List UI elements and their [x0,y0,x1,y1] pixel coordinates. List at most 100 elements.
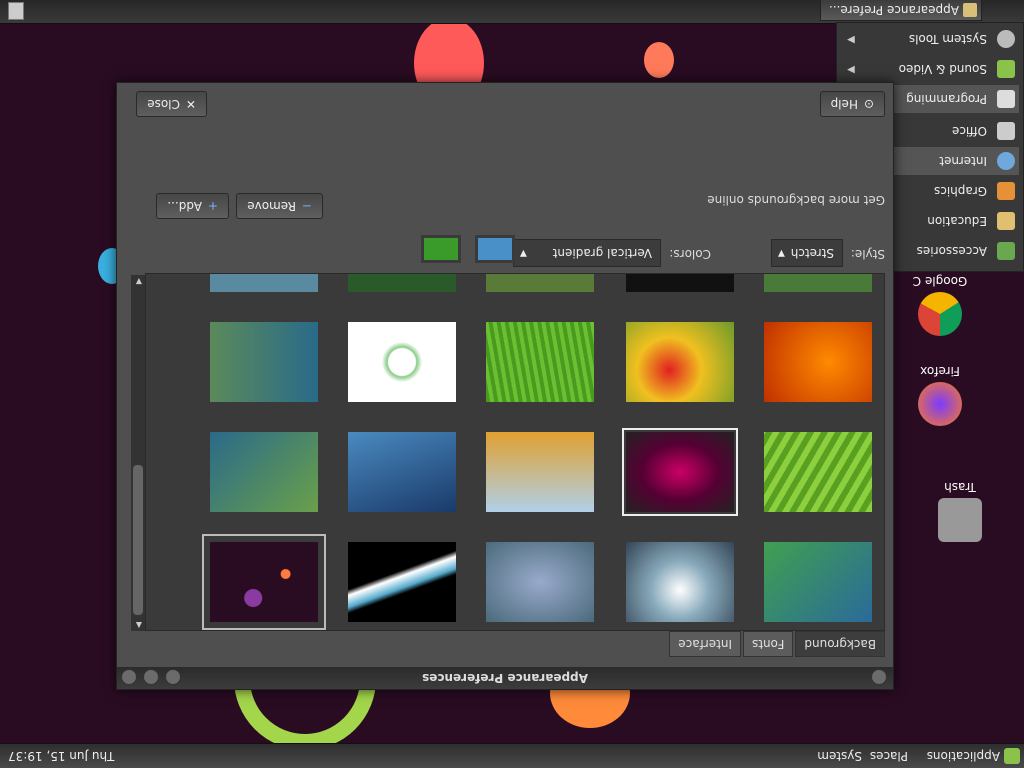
menu-item-label: Internet [939,154,987,168]
add-label: Add... [167,199,202,213]
trash-icon [938,498,982,542]
tab-bar: Background Fonts Interface [667,631,885,657]
applications-menu[interactable]: Applications [927,747,1000,765]
minus-icon: − [301,199,312,213]
appearance-icon [963,3,977,17]
remove-button[interactable]: −Remove [236,193,323,219]
wallpaper-thumbnail[interactable] [626,322,734,402]
sound-video-icon [997,60,1015,78]
wallpaper-thumbnail[interactable] [210,273,318,292]
taskbar-item-appearance[interactable]: Appearance Prefere... [820,0,982,21]
gallery-scrollbar[interactable]: ▲ ▼ [131,275,145,631]
close-button[interactable]: ✕ Close [136,91,207,117]
wallpaper-thumbnail[interactable] [626,273,734,292]
colors-label: Colors: [669,247,711,261]
wallpaper-thumbnail[interactable] [210,322,318,402]
primary-color-button[interactable] [475,235,515,263]
applications-icon [1004,748,1020,764]
style-label: Style: [850,247,885,261]
menu-item-label: Sound & Video [898,62,987,76]
chrome-icon [918,292,962,336]
wallpaper-thumbnail[interactable] [486,432,594,512]
office-icon [997,122,1015,140]
help-button[interactable]: ⊙ Help [819,91,885,117]
submenu-arrow-icon: ▶ [847,34,855,45]
secondary-color-button[interactable] [421,235,461,263]
menu-item-label: Education [927,214,987,228]
tab-background[interactable]: Background [795,631,885,657]
clock[interactable]: Thu Jun 15, 19:37 [8,747,114,765]
globe-icon [997,152,1015,170]
wallpaper-thumbnail[interactable] [764,322,872,402]
menu-item-label: Graphics [934,184,987,198]
window-title: Appearance Preferences [422,671,588,685]
firefox-icon [918,382,962,426]
wallpaper-thumbnail[interactable] [764,432,872,512]
plus-icon: + [207,199,218,213]
wallpaper-thumbnail[interactable] [764,542,872,622]
desktop-icon-trash[interactable]: Trash [920,480,1000,542]
show-desktop-button[interactable] [8,2,24,20]
taskbar-item-label: Appearance Prefere... [828,3,959,17]
desktop-icon-label: Trash [944,480,976,494]
graphics-icon [997,182,1015,200]
desktop-icon-label: Firefox [920,364,960,378]
desktop-screen: Applications Places System Thu Jun 15, 1… [0,0,1024,768]
appearance-preferences-window: Appearance Preferences Background Fonts … [116,82,894,690]
scrollbar-thumb[interactable] [133,465,143,615]
desktop-icon-google-chrome[interactable]: Google C [900,274,980,336]
menu-item-sound-video[interactable]: Sound & Video ▶ [841,55,1019,83]
desktop-icon-firefox[interactable]: Firefox [900,364,980,426]
wallpaper-thumbnail[interactable] [348,432,456,512]
menu-item-system-tools[interactable]: System Tools ▶ [841,25,1019,53]
style-value: Stretch [790,246,834,260]
add-button[interactable]: + Add... [156,193,229,219]
close-label: Close [147,97,180,111]
menu-item-label: Accessories [916,244,987,258]
colors-value: Vertical gradient [552,246,652,260]
system-tools-icon [997,30,1015,48]
tab-fonts[interactable]: Fonts [743,631,794,657]
scroll-up-icon[interactable]: ▲ [134,621,142,630]
minimize-button[interactable] [165,669,181,685]
wallpaper-thumbnail-selected[interactable] [202,534,326,630]
wallpaper-thumbnail[interactable] [486,273,594,292]
remove-label: Remove [247,199,296,213]
tab-interface[interactable]: Interface [669,631,742,657]
colors-combobox[interactable]: Vertical gradient ▼ [513,239,661,267]
get-more-backgrounds-link[interactable]: Get more backgrounds online [707,187,885,213]
wallpaper-thumbnail[interactable] [622,428,738,516]
top-panel: Applications Places System Thu Jun 15, 1… [0,743,1024,768]
education-icon [997,212,1015,230]
wallpaper-thumbnail[interactable] [348,322,456,402]
desktop-bubble [644,42,674,78]
help-label: Help [830,97,858,111]
wallpaper-thumbnail[interactable] [348,273,456,292]
background-gallery [145,273,885,631]
chevron-down-icon: ▼ [778,248,785,258]
menu-item-label: Office [951,124,987,138]
maximize-button[interactable] [143,669,159,685]
menu-item-label: Programming [906,92,987,106]
bottom-panel: Appearance Prefere... [0,0,1024,24]
close-icon: ✕ [185,97,196,111]
scroll-down-icon[interactable]: ▼ [134,277,142,286]
window-close-button[interactable] [121,669,137,685]
wallpaper-thumbnail[interactable] [486,322,594,402]
wallpaper-thumbnail[interactable] [764,273,872,292]
wallpaper-thumbnail[interactable] [210,432,318,512]
desktop-icon-label: Google C [912,274,968,288]
programming-icon [997,90,1015,108]
places-menu[interactable]: Places [870,747,908,765]
style-combobox[interactable]: Stretch ▼ [771,239,843,267]
submenu-arrow-icon: ▶ [847,64,855,75]
help-icon: ⊙ [863,97,874,111]
menu-item-label: System Tools [908,32,987,46]
chevron-down-icon: ▼ [520,248,527,258]
window-titlebar[interactable]: Appearance Preferences [117,667,893,689]
wallpaper-thumbnail[interactable] [348,542,456,622]
accessories-icon [997,242,1015,260]
wallpaper-thumbnail[interactable] [486,542,594,622]
wallpaper-thumbnail[interactable] [626,542,734,622]
system-menu[interactable]: System [817,747,862,765]
